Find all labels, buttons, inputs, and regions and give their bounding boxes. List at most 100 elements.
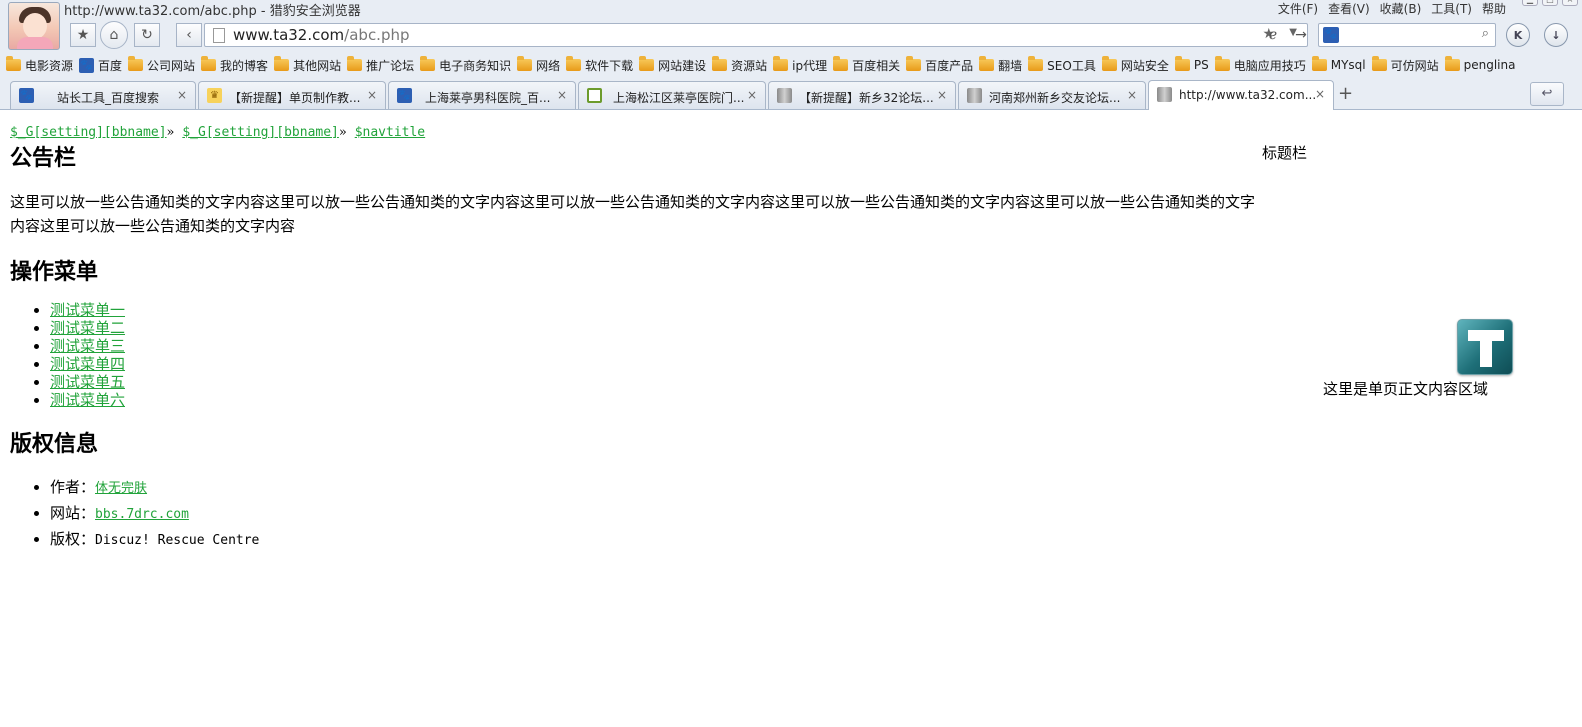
list-item: 测试菜单四 — [50, 355, 125, 373]
breadcrumb-link[interactable]: $_G[setting][bbname] — [182, 125, 339, 140]
home-button[interactable]: ⌂ — [100, 21, 128, 49]
baidu-paw-icon[interactable]: 🐾 — [1323, 27, 1339, 43]
ie-mode-button[interactable]: ℯ — [1260, 23, 1286, 47]
site-link[interactable]: bbs.7drc.com — [95, 507, 189, 522]
bookmark-item[interactable]: 百度产品 — [906, 55, 973, 75]
folder-icon — [1214, 56, 1230, 71]
close-icon[interactable]: × — [557, 88, 567, 102]
favorite-star-button[interactable]: ★ — [70, 23, 96, 47]
menu-link[interactable]: 测试菜单三 — [50, 337, 125, 355]
bookmark-label: 软件下载 — [585, 58, 634, 73]
new-tab-button[interactable]: + — [1338, 83, 1353, 104]
maximize-button[interactable]: □ — [1542, 0, 1558, 6]
list-item: 测试菜单二 — [50, 319, 125, 337]
bookmark-item[interactable]: ip代理 — [773, 55, 827, 75]
close-icon[interactable]: × — [367, 88, 377, 102]
menu-link[interactable]: 测试菜单一 — [50, 301, 125, 319]
undo-close-tab-button[interactable]: ↩ — [1530, 82, 1564, 106]
folder-icon — [274, 56, 290, 71]
bookmark-label: ip代理 — [792, 58, 828, 73]
bookmark-item[interactable]: 我的博客 — [201, 55, 268, 75]
bookmark-item[interactable]: 可仿网站 — [1371, 55, 1439, 75]
tab-item[interactable]: 河南郑州新乡交友论坛... × — [958, 81, 1146, 109]
tab-item[interactable]: 🐾 站长工具_百度搜索 × — [10, 81, 196, 109]
bookmark-item[interactable]: PS — [1174, 55, 1209, 75]
bookmark-label: SEO工具 — [1047, 58, 1096, 73]
notice-text: 这里可以放一些公告通知类的文字内容这里可以放一些公告通知类的文字内容这里可以放一… — [10, 193, 1256, 235]
bookmark-item[interactable]: 电脑应用技巧 — [1214, 55, 1306, 75]
bookmark-item[interactable]: 其他网站 — [274, 55, 341, 75]
bookmark-item[interactable]: MYsql — [1311, 55, 1366, 75]
building-icon — [967, 88, 982, 103]
copy-value: Discuz! Rescue Centre — [95, 533, 260, 548]
close-icon[interactable]: × — [937, 88, 947, 102]
k-button[interactable]: K — [1506, 23, 1530, 47]
folder-icon — [1311, 56, 1327, 71]
folder-icon — [420, 56, 436, 71]
close-icon[interactable]: × — [747, 88, 757, 102]
tab-item[interactable]: ♛ 【新提醒】单页制作教... × — [198, 81, 386, 109]
arrow-right-icon: → — [1295, 27, 1307, 43]
back-button[interactable]: ‹ — [176, 23, 202, 47]
breadcrumb-link[interactable]: $navtitle — [355, 125, 425, 140]
menu-favorites[interactable]: 收藏(B) — [1380, 0, 1422, 17]
window-controls: ▁ □ × — [1522, 0, 1578, 6]
bookmark-item[interactable]: 网络 — [517, 55, 560, 75]
bookmark-item[interactable]: 网站安全 — [1101, 55, 1169, 75]
page-content: $_G[setting][bbname]» $_G[setting][bbnam… — [0, 110, 1582, 727]
bookmark-item[interactable]: 推广论坛 — [347, 55, 414, 75]
close-icon[interactable]: × — [1127, 88, 1137, 102]
tab-item[interactable]: 上海松江区莱亭医院门... × — [578, 81, 766, 109]
close-icon[interactable]: × — [1315, 87, 1325, 101]
tab-item[interactable]: 🐾 上海莱亭男科医院_百... × — [388, 81, 576, 109]
folder-icon — [1028, 56, 1044, 71]
menu-file[interactable]: 文件(F) — [1278, 0, 1318, 17]
menu-link[interactable]: 测试菜单四 — [50, 355, 125, 373]
bookmark-label: 网站安全 — [1120, 58, 1169, 73]
bookmark-item[interactable]: SEO工具 — [1028, 55, 1096, 75]
bookmark-item[interactable]: 电子商务知识 — [420, 55, 511, 75]
folder-icon — [979, 56, 995, 71]
bookmark-item[interactable]: 电影资源 — [6, 55, 73, 75]
menu-help[interactable]: 帮助 — [1482, 0, 1506, 17]
t-logo-stem — [1480, 339, 1492, 367]
tab-item[interactable]: 【新提醒】新乡32论坛... × — [768, 81, 956, 109]
user-avatar[interactable] — [8, 2, 60, 50]
notice-heading: 公告栏 — [10, 145, 77, 171]
close-window-button[interactable]: × — [1562, 0, 1578, 6]
refresh-button[interactable]: ↻ — [134, 23, 160, 47]
author-link[interactable]: 体无完肤 — [95, 481, 147, 496]
breadcrumb-link[interactable]: $_G[setting][bbname] — [10, 125, 167, 140]
go-button[interactable]: → — [1288, 23, 1314, 47]
bookmark-item[interactable]: 🐾 百度 — [79, 55, 122, 75]
download-button[interactable]: ↓ — [1544, 23, 1568, 47]
tab-label: 上海莱亭男科医院_百... — [425, 91, 551, 105]
refresh-icon: ↻ — [141, 27, 153, 43]
bookmark-item[interactable]: 网站建设 — [639, 55, 706, 75]
bookmark-item[interactable]: 资源站 — [712, 55, 767, 75]
menu-tools[interactable]: 工具(T) — [1431, 0, 1472, 17]
search-icon[interactable]: ⌕ — [1482, 26, 1489, 41]
bookmark-item[interactable]: 软件下载 — [566, 55, 633, 75]
url-text[interactable]: www.ta32.com/abc.php — [233, 26, 410, 44]
star-icon: ★ — [76, 27, 90, 43]
folder-icon — [639, 56, 655, 71]
tab-label: 站长工具_百度搜索 — [57, 91, 160, 105]
close-icon[interactable]: × — [177, 88, 187, 102]
search-input[interactable]: 🐾 ⌕ — [1318, 23, 1496, 47]
menu-link[interactable]: 测试菜单五 — [50, 373, 125, 391]
minimize-button[interactable]: ▁ — [1522, 0, 1538, 6]
tab-label: 河南郑州新乡交友论坛... — [989, 91, 1121, 105]
bookmark-label: 其他网站 — [293, 58, 342, 73]
menu-view[interactable]: 查看(V) — [1328, 0, 1370, 17]
folder-icon — [517, 56, 533, 71]
bookmark-label: 网站建设 — [658, 58, 707, 73]
address-bar[interactable]: www.ta32.com/abc.php ★ ▼ — [204, 23, 1308, 47]
bookmark-item[interactable]: 百度相关 — [833, 55, 900, 75]
bookmark-item[interactable]: 翻墙 — [979, 55, 1022, 75]
menu-link[interactable]: 测试菜单六 — [50, 391, 125, 409]
menu-link[interactable]: 测试菜单二 — [50, 319, 125, 337]
tab-item-active[interactable]: http://www.ta32.com... × — [1148, 80, 1334, 110]
bookmark-item[interactable]: penglina — [1444, 55, 1515, 75]
bookmark-item[interactable]: 公司网站 — [128, 55, 195, 75]
